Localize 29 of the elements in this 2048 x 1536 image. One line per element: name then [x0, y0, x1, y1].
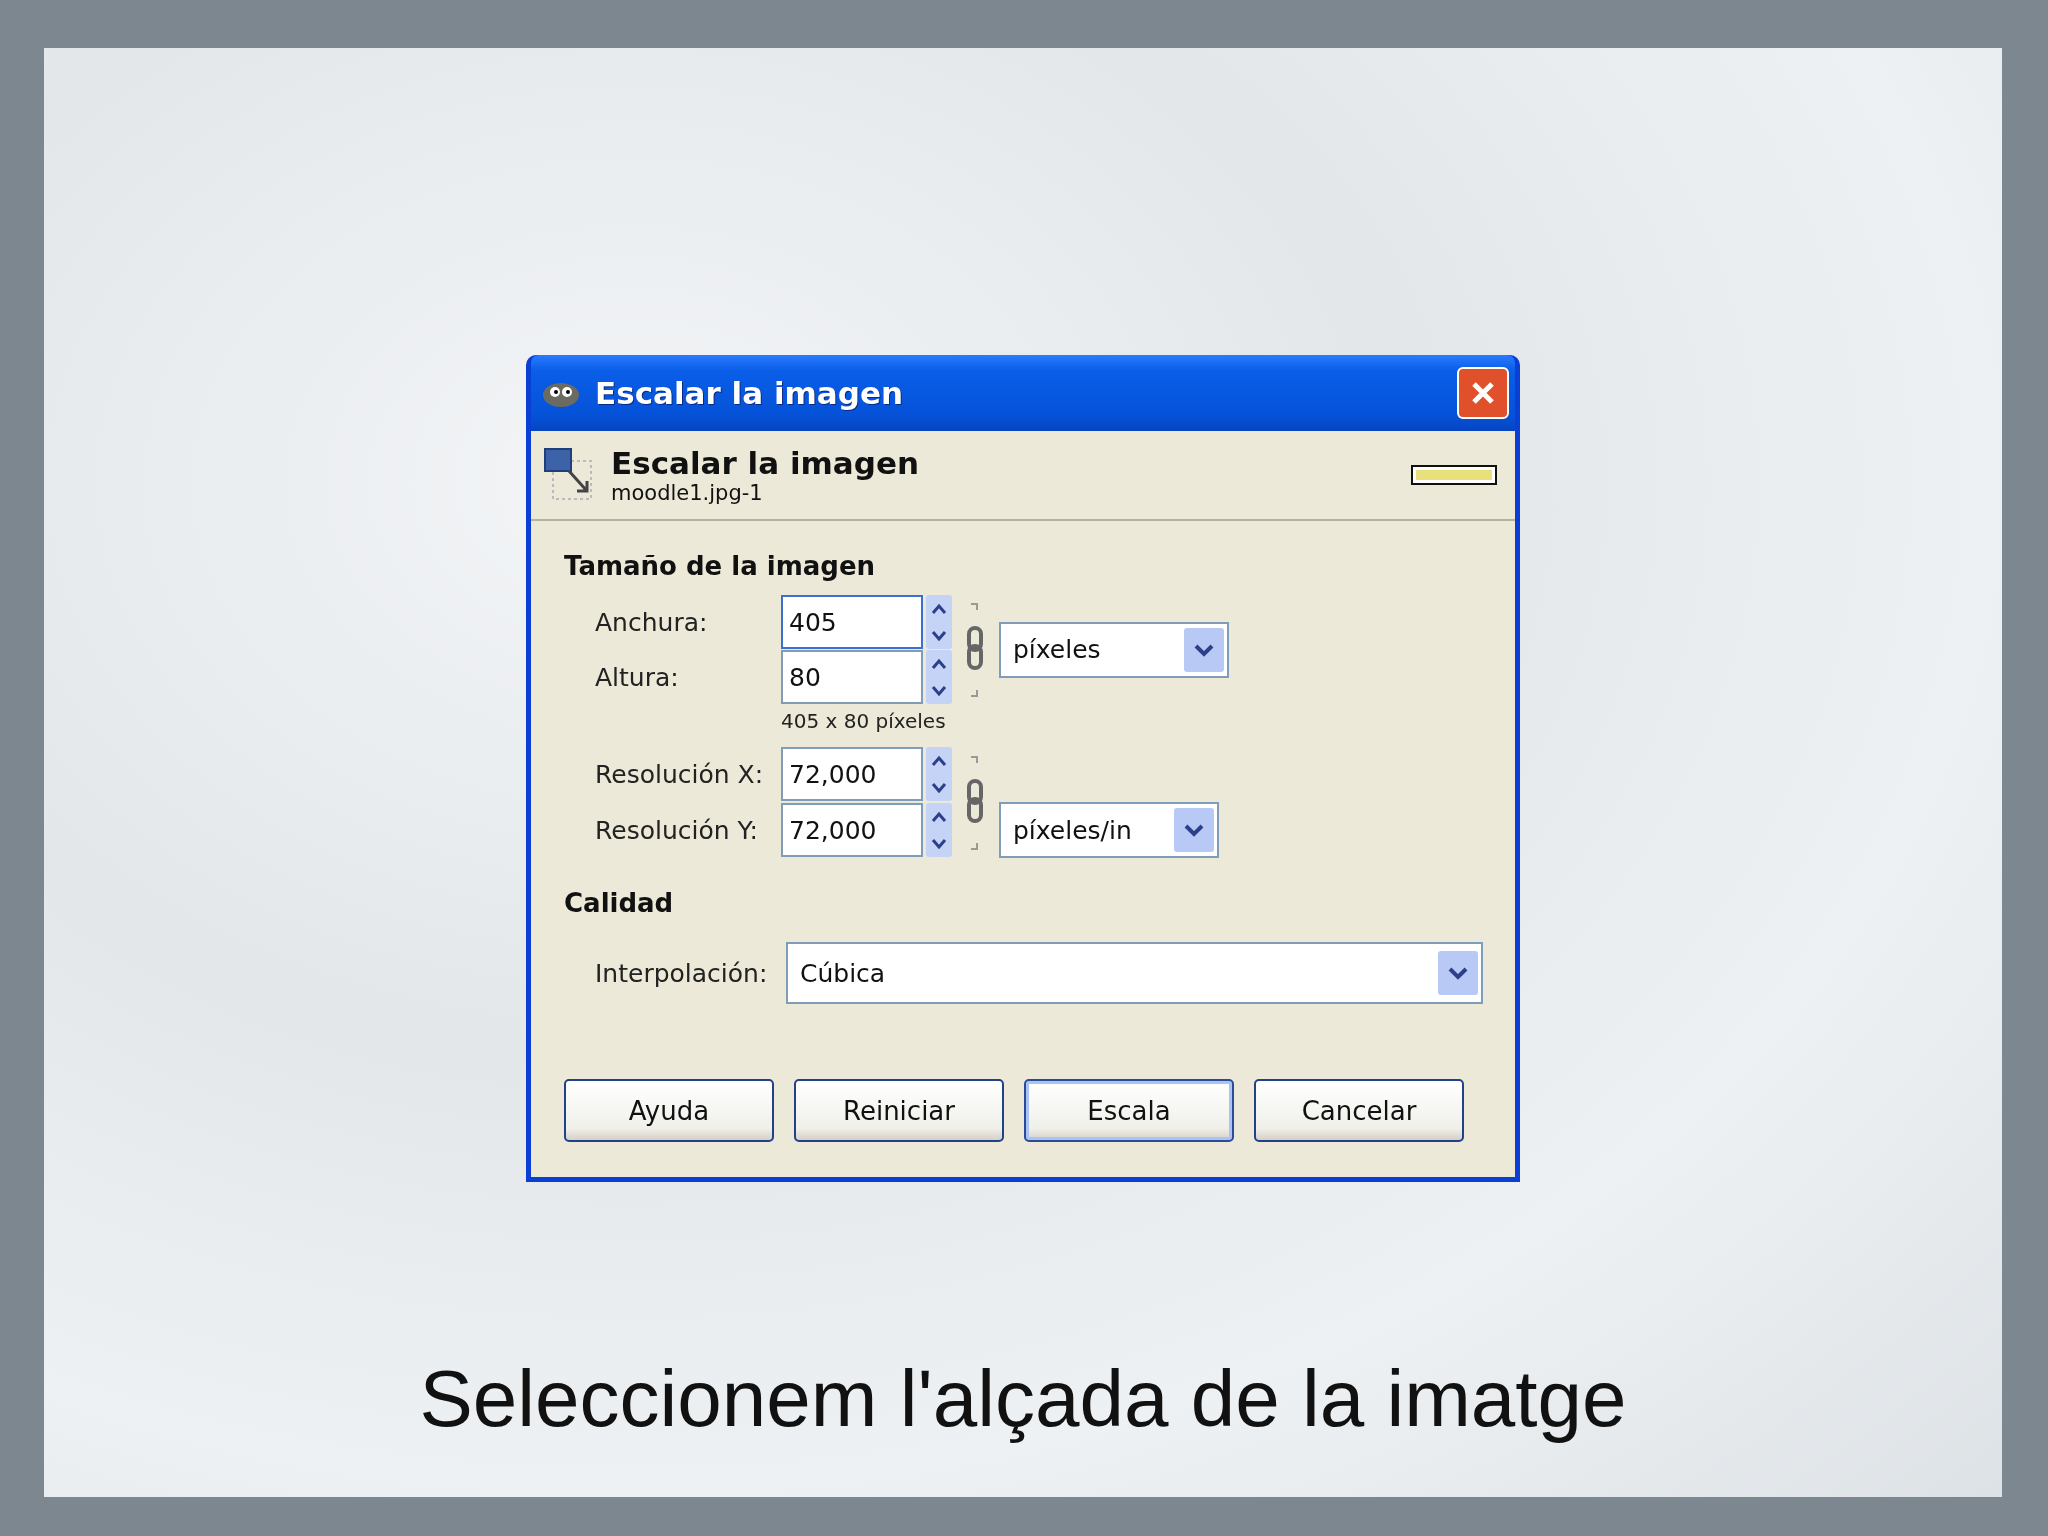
number-field[interactable]: 405 — [781, 595, 923, 649]
spin-button[interactable] — [926, 650, 952, 704]
spin-button[interactable] — [926, 595, 952, 649]
dialog-button[interactable]: Reiniciar — [794, 1079, 1004, 1142]
close-button[interactable] — [1457, 367, 1509, 419]
spin-button[interactable] — [926, 747, 952, 801]
dialog-button[interactable]: Escala — [1024, 1079, 1234, 1142]
unit-dropdown[interactable]: píxeles — [999, 621, 1229, 678]
field-label: Altura: — [595, 662, 680, 692]
section-title: Tamaño de la imagen — [564, 551, 877, 581]
dialog-button[interactable]: Cancelar — [1254, 1079, 1464, 1142]
spin-button[interactable] — [926, 803, 952, 857]
field-label: Anchura: — [595, 607, 709, 637]
interpolation-dropdown[interactable]: Cúbica — [786, 942, 1483, 1004]
number-field[interactable]: 80 — [781, 650, 923, 704]
window-title: Escalar la imagen — [595, 375, 905, 411]
field-label: Resolución Y: — [595, 815, 759, 845]
number-field[interactable]: 72,000 — [781, 803, 923, 857]
scale-image-icon — [543, 447, 595, 503]
size-summary: 405 x 80 píxeles — [781, 709, 947, 733]
field-label: Resolución X: — [595, 759, 765, 789]
file-name: moodle1.jpg-1 — [611, 481, 764, 505]
header-title: Escalar la imagen — [611, 445, 921, 481]
field-label: Interpolación: — [595, 958, 769, 988]
section-title: Calidad — [564, 888, 675, 918]
dialog-button[interactable]: Ayuda — [564, 1079, 774, 1142]
number-field[interactable]: 72,000 — [781, 747, 923, 801]
slide-caption: Seleccionem l'alçada de la imatge — [419, 1353, 1627, 1445]
unit-dropdown[interactable]: píxeles/in — [999, 802, 1219, 858]
